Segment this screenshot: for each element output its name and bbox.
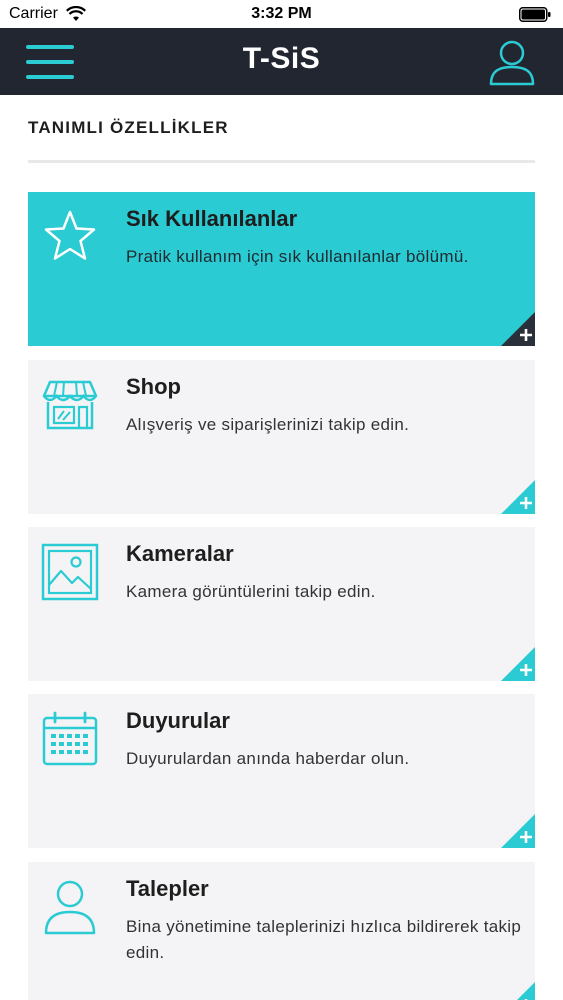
add-corner-icon[interactable] (501, 647, 535, 681)
card-title: Talepler (126, 876, 209, 901)
card-description: Bina yönetimine taleplerinizi hızlıca bi… (126, 917, 522, 962)
add-corner-icon[interactable] (501, 480, 535, 514)
add-corner-icon[interactable] (501, 312, 535, 346)
add-corner-icon[interactable] (501, 814, 535, 848)
user-icon (44, 880, 96, 935)
status-bar: Carrier 3:32 PM (0, 0, 563, 28)
card-description: Pratik kullanım için sık kullanılanlar b… (126, 247, 469, 266)
card-description: Alışveriş ve siparişlerinizi takip edin. (126, 415, 410, 434)
section-divider (28, 160, 535, 163)
calendar-icon (42, 711, 98, 766)
card-requests[interactable]: Talepler Bina yönetimine taleplerinizi h… (28, 862, 535, 1000)
card-description: Duyurulardan anında haberdar olun. (126, 749, 410, 768)
card-description: Kamera görüntülerini takip edin. (126, 582, 376, 601)
image-icon (41, 543, 99, 601)
app-title: T-SiS (242, 42, 321, 75)
card-title: Shop (126, 374, 181, 399)
card-title: Duyurular (126, 708, 230, 733)
card-favorites[interactable]: Sık Kullanılanlar Pratik kullanım için s… (28, 192, 535, 346)
star-icon (44, 210, 96, 260)
card-shop[interactable]: Shop Alışveriş ve siparişlerinizi takip … (28, 360, 535, 514)
card-title: Sık Kullanılanlar (126, 206, 298, 231)
section-title: TANIMLI ÖZELLİKLER (28, 118, 229, 137)
shop-icon (42, 380, 98, 430)
card-cameras[interactable]: Kameralar Kamera görüntülerini takip edi… (28, 527, 535, 681)
nav-bar: T-SiS (0, 28, 563, 95)
card-title: Kameralar (126, 541, 234, 566)
add-corner-icon[interactable] (501, 982, 535, 1000)
battery-icon (519, 7, 551, 22)
card-announcements[interactable]: Duyurular Duyurulardan anında haberdar o… (28, 694, 535, 848)
status-time: 3:32 PM (251, 5, 312, 22)
profile-icon[interactable] (489, 40, 535, 86)
